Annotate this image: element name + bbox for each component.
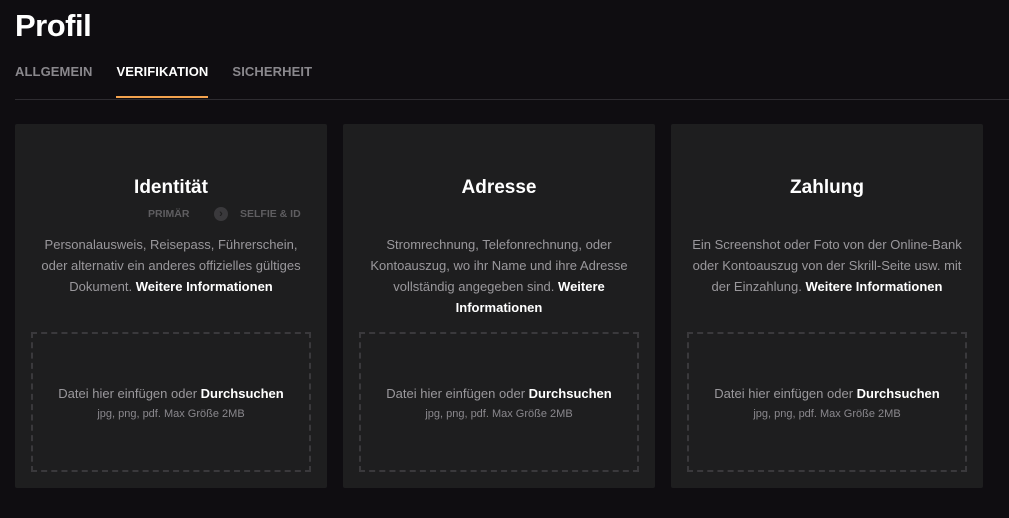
card-title: Identität bbox=[134, 177, 208, 198]
file-dropzone[interactable]: Datei hier einfügen oder Durchsuchen jpg… bbox=[359, 332, 639, 472]
chevron-right-icon: › bbox=[214, 207, 228, 221]
more-info-link[interactable]: Weitere Informationen bbox=[136, 279, 273, 294]
card-title: Zahlung bbox=[790, 177, 864, 198]
identity-steps: PRIMÄR › SELFIE & ID bbox=[15, 206, 327, 222]
identity-card: Identität PRIMÄR › SELFIE & ID Personala… bbox=[15, 124, 327, 488]
profile-page: Profil ALLGEMEIN VERIFIKATION SICHERHEIT… bbox=[0, 0, 1009, 518]
address-card: Adresse Stromrechnung, Telefonrechnung, … bbox=[343, 124, 655, 488]
file-dropzone[interactable]: Datei hier einfügen oder Durchsuchen jpg… bbox=[687, 332, 967, 472]
dropzone-hint: jpg, png, pdf. Max Größe 2MB bbox=[753, 408, 901, 420]
card-description: Ein Screenshot oder Foto von der Online-… bbox=[687, 234, 967, 297]
card-title: Adresse bbox=[461, 177, 537, 198]
verification-cards: Identität PRIMÄR › SELFIE & ID Personala… bbox=[15, 124, 999, 488]
dropzone-text: Datei hier einfügen oder Durchsuchen bbox=[33, 385, 309, 403]
drop-label: Datei hier einfügen oder bbox=[58, 386, 198, 401]
tab-verifikation[interactable]: VERIFIKATION bbox=[116, 60, 209, 98]
more-info-link[interactable]: Weitere Informationen bbox=[805, 279, 942, 294]
step-selfie-id: SELFIE & ID bbox=[240, 208, 301, 220]
payment-card: Zahlung Ein Screenshot oder Foto von der… bbox=[671, 124, 983, 488]
tab-allgemein[interactable]: ALLGEMEIN bbox=[15, 60, 92, 98]
drop-label: Datei hier einfügen oder bbox=[714, 386, 854, 401]
tab-bar: ALLGEMEIN VERIFIKATION SICHERHEIT bbox=[15, 60, 1009, 100]
file-dropzone[interactable]: Datei hier einfügen oder Durchsuchen jpg… bbox=[31, 332, 311, 472]
dropzone-text: Datei hier einfügen oder Durchsuchen bbox=[689, 385, 965, 403]
browse-link[interactable]: Durchsuchen bbox=[529, 386, 612, 401]
dropzone-text: Datei hier einfügen oder Durchsuchen bbox=[361, 385, 637, 403]
card-description: Stromrechnung, Telefonrechnung, oder Kon… bbox=[359, 234, 639, 318]
tab-sicherheit[interactable]: SICHERHEIT bbox=[232, 60, 312, 98]
card-description: Personalausweis, Reisepass, Führerschein… bbox=[31, 234, 311, 297]
step-primary: PRIMÄR bbox=[148, 208, 190, 220]
drop-label: Datei hier einfügen oder bbox=[386, 386, 526, 401]
dropzone-hint: jpg, png, pdf. Max Größe 2MB bbox=[97, 408, 245, 420]
page-title: Profil bbox=[15, 8, 92, 43]
browse-link[interactable]: Durchsuchen bbox=[201, 386, 284, 401]
dropzone-hint: jpg, png, pdf. Max Größe 2MB bbox=[425, 408, 573, 420]
browse-link[interactable]: Durchsuchen bbox=[857, 386, 940, 401]
